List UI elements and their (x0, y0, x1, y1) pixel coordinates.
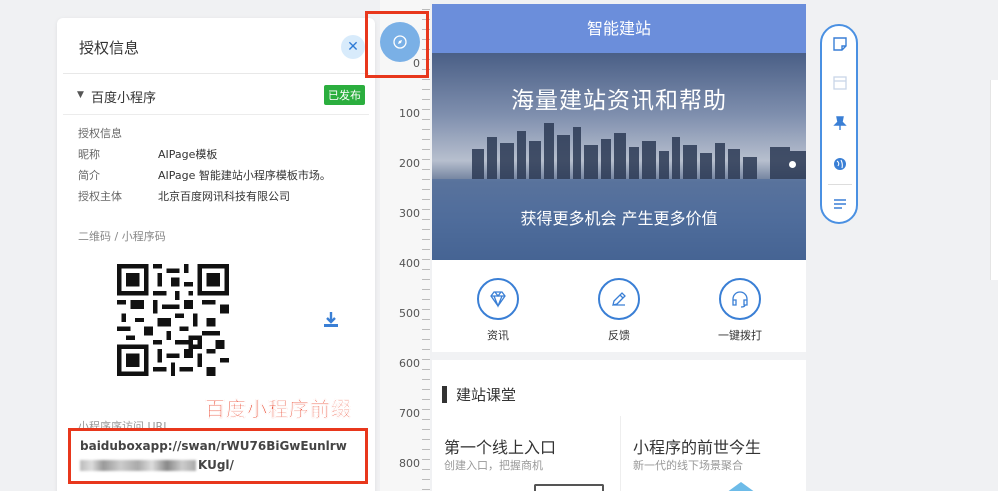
banner[interactable]: 海量建站资讯和帮助 获得更多机会 产生更多价值 (432, 53, 806, 260)
field-value-intro: AIPage 智能建站小程序模板市场。 (158, 169, 331, 182)
compass-button[interactable] (380, 22, 420, 62)
section-name: 百度小程序 (91, 91, 157, 106)
ruler-mark: 800 (399, 457, 420, 470)
action-label: 反馈 (608, 329, 630, 342)
action-call[interactable]: 一键拨打 (700, 278, 780, 343)
panel-header: 授权信息 ✕ (63, 18, 369, 74)
action-label: 一键拨打 (718, 329, 762, 342)
headset-icon (732, 291, 748, 308)
phone-preview: 智能建站 海量建站资讯和帮助 获得更多机会 产生更多价值 资讯 反馈 一键拨打 … (432, 4, 806, 491)
field-label-nickname: 昵称 (78, 148, 100, 161)
note-icon[interactable] (832, 36, 848, 52)
diamond-icon (490, 291, 506, 308)
close-button[interactable]: ✕ (341, 35, 365, 59)
close-icon: ✕ (347, 39, 359, 55)
miniprogram-section-toggle[interactable]: ▼ 百度小程序 已发布 (57, 80, 375, 110)
card-title: 第一个线上入口 (444, 438, 557, 457)
field-label-owner: 授权主体 (78, 190, 122, 203)
pin-icon[interactable] (832, 115, 848, 131)
card-illustration (719, 482, 763, 491)
card-title: 小程序的前世今生 (633, 438, 762, 457)
annotation-label: 百度小程序前缀 (205, 397, 352, 421)
url-highlight-box: baiduboxapp://swan/rWU76BiGwEunlrw KUgl/ (68, 428, 368, 484)
quick-actions: 资讯 反馈 一键拨打 (432, 266, 806, 352)
phone-header: 智能建站 (432, 4, 806, 53)
ruler-mark: 300 (399, 207, 420, 220)
info-heading: 授权信息 (78, 127, 122, 140)
section-title: 建站课堂 (442, 384, 516, 405)
banner-subtitle: 获得更多机会 产生更多价值 (520, 209, 718, 228)
course-card[interactable]: 第一个线上入口 创建入口，把握商机 (432, 416, 618, 491)
status-badge: 已发布 (324, 85, 365, 105)
caret-down-icon: ▼ (77, 90, 84, 100)
card-subtitle: 创建入口，把握商机 (444, 459, 543, 472)
action-news[interactable]: 资讯 (458, 278, 538, 343)
ruler-mark: 200 (399, 157, 420, 170)
action-label: 资讯 (487, 329, 509, 342)
ruler-mark: 600 (399, 357, 420, 370)
qr-label: 二维码 / 小程序码 (78, 230, 166, 243)
field-value-owner: 北京百度网讯科技有限公司 (158, 190, 290, 203)
ruler-mark: 400 (399, 257, 420, 270)
ruler-mark: 100 (399, 107, 420, 120)
url-line-2-suffix: KUgl/ (198, 458, 234, 472)
url-line-2: KUgl/ (80, 458, 234, 472)
layout-icon[interactable] (832, 75, 848, 91)
download-icon[interactable] (321, 310, 341, 330)
course-card[interactable]: 小程序的前世今生 新一代的线下场景聚合 (620, 416, 806, 491)
field-value-nickname: AIPage模板 (158, 148, 218, 161)
ruler-mark: 700 (399, 407, 420, 420)
blurred-text (80, 460, 196, 471)
divider (828, 184, 852, 185)
edit-icon (612, 292, 626, 306)
ruler-mark: 500 (399, 307, 420, 320)
compass-icon (393, 35, 407, 49)
panel-title: 授权信息 (79, 39, 140, 57)
carousel-dot[interactable] (789, 161, 796, 168)
divider (63, 114, 369, 115)
divider (432, 352, 806, 360)
right-panel-edge (990, 80, 998, 280)
url-line-1: baiduboxapp://swan/rWU76BiGwEunlrw (80, 439, 347, 453)
card-illustration (534, 484, 604, 491)
banner-title: 海量建站资讯和帮助 (511, 88, 727, 114)
side-toolbar (820, 24, 858, 224)
card-subtitle: 新一代的线下场景聚合 (633, 459, 743, 472)
field-label-intro: 简介 (78, 169, 100, 182)
qr-code (117, 264, 229, 376)
globe-icon[interactable] (832, 156, 848, 172)
action-feedback[interactable]: 反馈 (579, 278, 659, 343)
list-icon[interactable] (832, 196, 848, 212)
